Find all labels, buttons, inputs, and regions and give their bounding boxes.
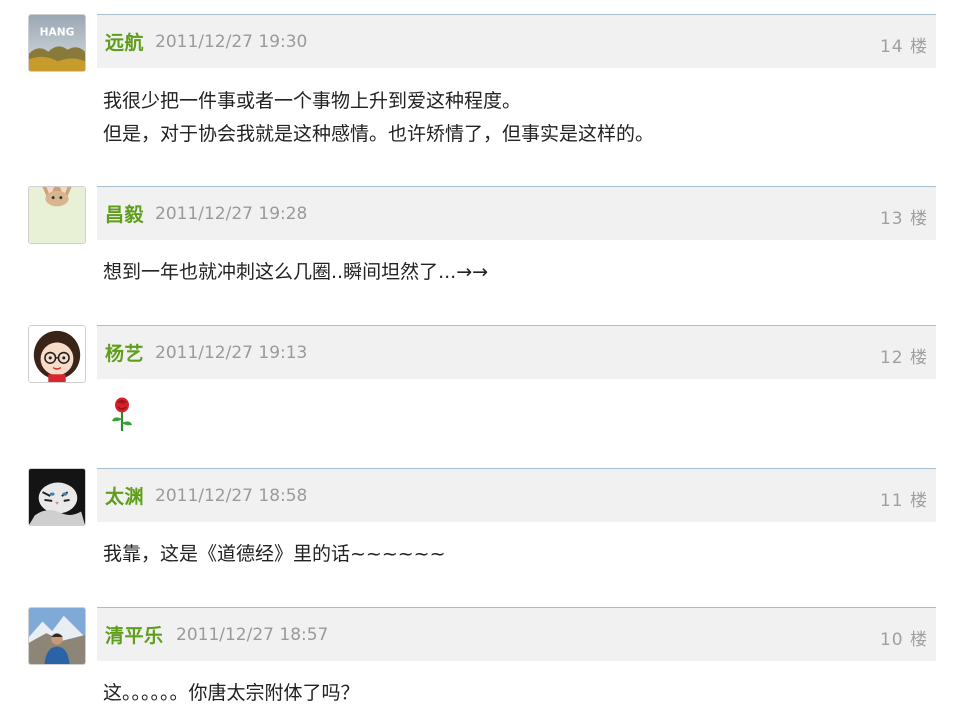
user-avatar[interactable] xyxy=(28,186,86,244)
floor-number: 12 楼 xyxy=(879,348,928,368)
post-timestamp: 2011/12/27 18:58 xyxy=(155,486,308,506)
landscape-avatar-icon: HANG xyxy=(29,15,85,71)
svg-text:HANG: HANG xyxy=(40,25,75,38)
floor-number: 10 楼 xyxy=(879,630,928,650)
username-link[interactable]: 昌毅 xyxy=(105,200,144,227)
cartoon-girl-glasses-avatar-icon xyxy=(29,326,85,382)
username-link[interactable]: 清平乐 xyxy=(105,621,164,648)
post-header: 清平乐 2011/12/27 18:57 10 楼 xyxy=(97,607,936,661)
post-content: 想到一年也就冲刺这么几圈..瞬间坦然了...→→ xyxy=(103,256,488,289)
cartoon-cat-avatar-icon xyxy=(29,187,85,243)
post-header: 杨艺 2011/12/27 19:13 12 楼 xyxy=(97,325,936,379)
floor-number: 14 楼 xyxy=(879,37,928,57)
post-content: 我靠，这是《道德经》里的话~~~~~~ xyxy=(103,538,446,571)
content-line: 我靠，这是《道德经》里的话~~~~~~ xyxy=(103,543,446,565)
post-timestamp: 2011/12/27 18:57 xyxy=(176,625,329,645)
user-avatar[interactable] xyxy=(28,607,86,665)
post-header: 远航 2011/12/27 19:30 14 楼 xyxy=(97,14,936,68)
content-line: 但是，对于协会我就是这种感情。也许矫情了，但事实是这样的。 xyxy=(103,123,655,145)
post-timestamp: 2011/12/27 19:13 xyxy=(155,343,308,363)
mountain-person-avatar-icon xyxy=(29,608,85,664)
white-tiger-avatar-icon xyxy=(29,469,85,525)
post-timestamp: 2011/12/27 19:28 xyxy=(155,204,308,224)
user-avatar[interactable] xyxy=(28,325,86,383)
rose-emoji-icon xyxy=(108,397,136,433)
post-header: 昌毅 2011/12/27 19:28 13 楼 xyxy=(97,186,936,240)
username-link[interactable]: 杨艺 xyxy=(105,339,144,366)
username-link[interactable]: 太渊 xyxy=(105,482,144,509)
post-header: 太渊 2011/12/27 18:58 11 楼 xyxy=(97,468,936,522)
content-line: 我很少把一件事或者一个事物上升到爱这种程度。 xyxy=(103,90,522,112)
post-content: 我很少把一件事或者一个事物上升到爱这种程度。 但是，对于协会我就是这种感情。也许… xyxy=(103,85,654,151)
post-timestamp: 2011/12/27 19:30 xyxy=(155,32,308,52)
user-avatar[interactable] xyxy=(28,468,86,526)
floor-number: 13 楼 xyxy=(879,209,928,229)
user-avatar[interactable]: HANG xyxy=(28,14,86,72)
content-line: 这。。。。。。你唐太宗附体了吗？ xyxy=(103,682,360,704)
floor-number: 11 楼 xyxy=(879,491,928,511)
post-content: 这。。。。。。你唐太宗附体了吗？ xyxy=(103,677,360,710)
username-link[interactable]: 远航 xyxy=(105,28,144,55)
content-line: 想到一年也就冲刺这么几圈..瞬间坦然了...→→ xyxy=(103,261,489,283)
